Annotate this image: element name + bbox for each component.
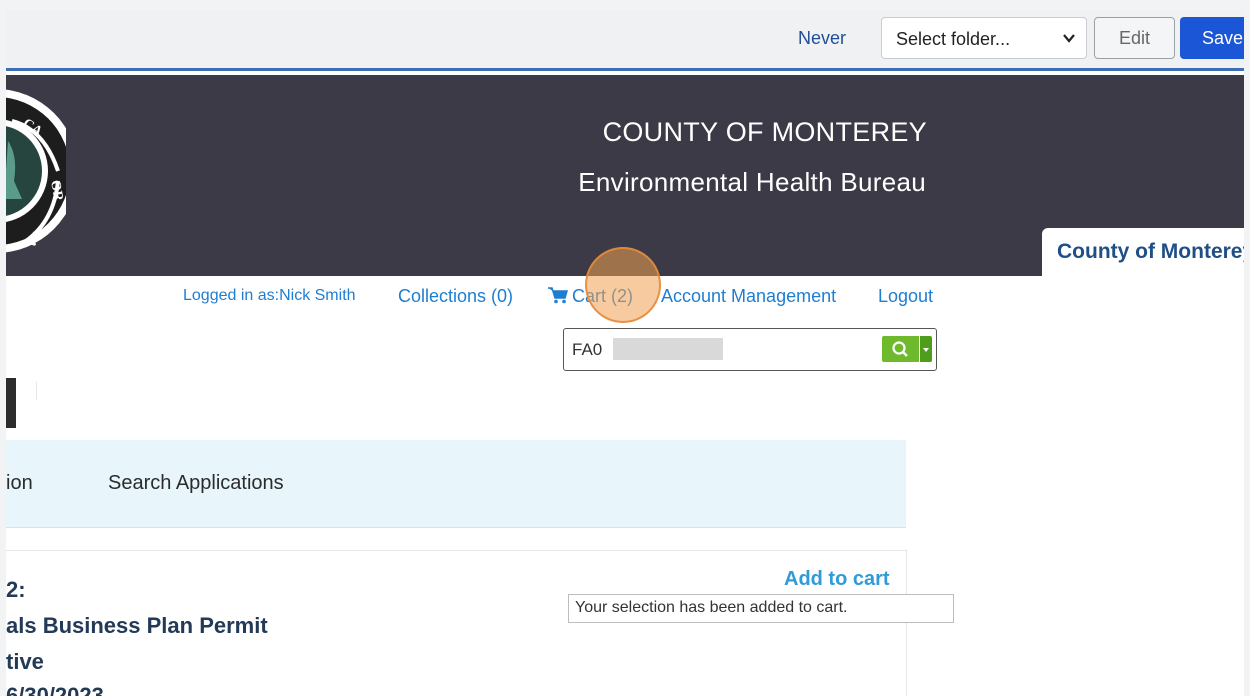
chevron-down-icon xyxy=(1063,34,1075,43)
edit-button[interactable]: Edit xyxy=(1094,17,1175,59)
folder-select[interactable]: Select folder... xyxy=(881,17,1087,59)
collections-link[interactable]: Collections (0) xyxy=(398,286,513,307)
add-to-cart-link[interactable]: Add to cart xyxy=(784,568,890,591)
nav-item-search-applications[interactable]: Search Applications xyxy=(108,472,284,495)
record-detail-card: 2: als Business Plan Permit tive 6/30/20… xyxy=(6,550,907,696)
tab-county-of-monterey[interactable]: County of Monterey xyxy=(1042,228,1244,276)
nav-item-partial[interactable]: ion xyxy=(6,472,33,495)
folder-select-value: Select folder... xyxy=(896,29,1011,49)
cart-added-message: Your selection has been added to cart. xyxy=(568,594,954,623)
translate-toolbar: Never Select folder... Edit Save xyxy=(6,10,1244,71)
save-button[interactable]: Save xyxy=(1180,17,1244,59)
caret-down-icon xyxy=(923,348,929,352)
divider xyxy=(36,382,37,400)
record-date: 6/30/2023 xyxy=(6,683,104,696)
record-number: 2: xyxy=(6,577,26,602)
search-button[interactable] xyxy=(882,336,919,362)
redacted-text xyxy=(613,338,723,360)
cart-icon xyxy=(548,287,568,304)
logout-link[interactable]: Logout xyxy=(878,286,933,307)
search-options-dropdown[interactable] xyxy=(920,336,932,362)
never-translate-link[interactable]: Never xyxy=(798,28,846,49)
browser-viewport: Never Select folder... Edit Save CA OR I… xyxy=(6,10,1244,696)
search-icon xyxy=(892,341,908,357)
tab-label: County of Monterey xyxy=(1057,240,1244,263)
county-title: COUNTY OF MONTEREY xyxy=(602,117,927,147)
global-search[interactable]: FA0 xyxy=(563,328,937,371)
logged-in-label: Logged in as:Nick Smith xyxy=(183,287,356,304)
account-management-link[interactable]: Account Management xyxy=(661,286,836,307)
click-highlight-marker xyxy=(585,247,661,323)
bureau-title: Environmental Health Bureau xyxy=(578,167,926,197)
search-input[interactable]: FA0 xyxy=(572,340,602,360)
main-nav-band: ion Search Applications xyxy=(6,440,906,528)
page-heading-fragment xyxy=(6,378,16,428)
record-status: tive xyxy=(6,649,44,674)
record-type: als Business Plan Permit xyxy=(6,613,268,638)
site-header: CA OR IA COUNTY OF MONTEREY Environmenta… xyxy=(6,75,1244,276)
